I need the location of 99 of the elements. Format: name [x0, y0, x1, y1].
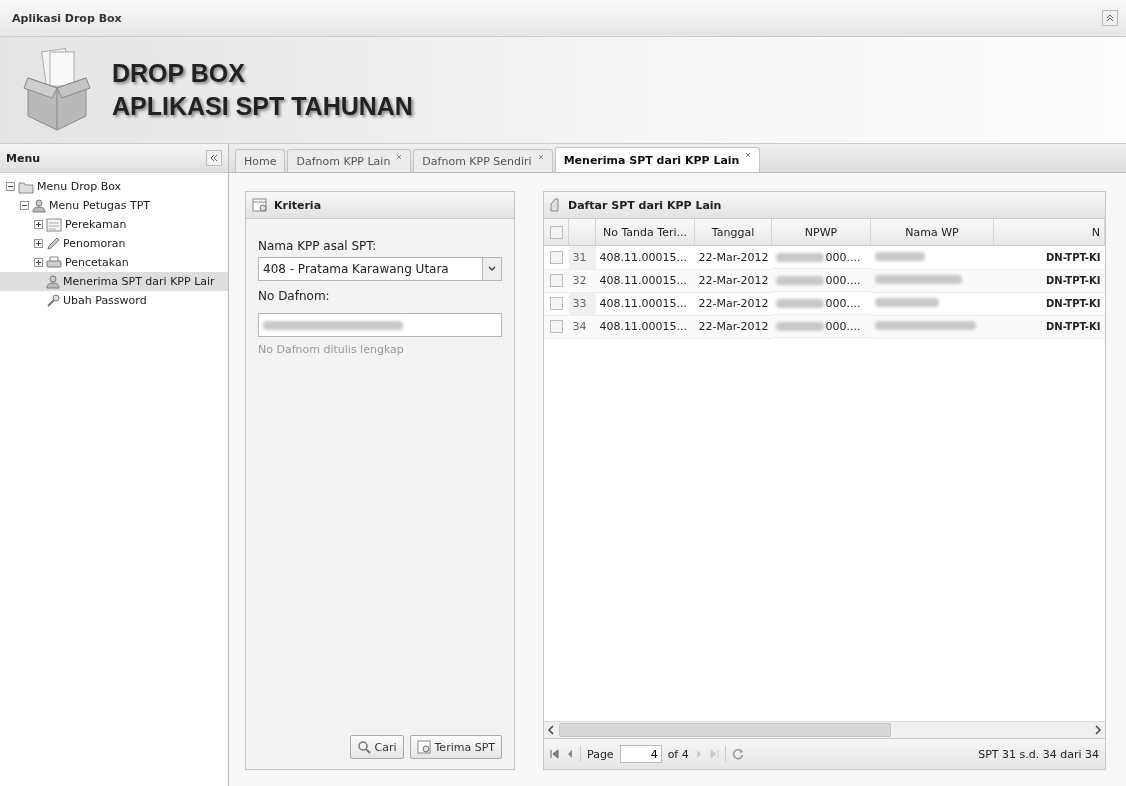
form-icon [416, 740, 431, 754]
box-logo-icon [22, 47, 92, 133]
expand-toggle-icon[interactable] [34, 220, 43, 229]
tree-item-label[interactable]: Menu Drop Box [37, 180, 122, 193]
table-cell: 000.... [825, 250, 861, 264]
close-icon[interactable] [537, 154, 544, 160]
tab-label[interactable]: Home [244, 154, 277, 168]
document-icon [550, 198, 562, 212]
horizontal-scrollbar[interactable] [544, 721, 1105, 738]
expand-toggle-icon[interactable] [6, 182, 15, 191]
expand-toggle-icon[interactable] [20, 201, 29, 210]
banner-title: DROP BOX [112, 59, 246, 88]
search-button[interactable]: Cari [349, 735, 404, 759]
expand-toggle-icon[interactable] [34, 239, 43, 248]
refresh-icon[interactable] [731, 748, 744, 760]
tab[interactable]: Menerima SPT dari KPP Lain [554, 147, 761, 172]
page-label: Page [587, 747, 614, 761]
table-cell: DN-TPT-KI [993, 292, 1105, 315]
row-checkbox[interactable] [549, 320, 563, 334]
panel-title: Kriteria [274, 198, 322, 212]
table-cell: 000.... [825, 296, 861, 310]
previous-page-icon[interactable] [566, 749, 574, 759]
menu-title: Menu [6, 151, 41, 165]
table-cell: DN-TPT-KI [993, 245, 1105, 269]
column-header[interactable]: Tanggal [694, 219, 772, 246]
collapse-menu-button[interactable] [206, 150, 222, 166]
expand-toggle-icon[interactable] [34, 258, 43, 267]
banner-subtitle: APLIKASI SPT TAHUNAN [112, 92, 413, 121]
row-checkbox[interactable] [549, 297, 563, 311]
column-header[interactable]: Nama WP [870, 219, 994, 246]
form-icon [46, 217, 62, 232]
panel-title: Daftar SPT dari KPP Lain [568, 198, 722, 212]
table-cell: 408.11.00015... [595, 292, 695, 315]
row-checkbox[interactable] [549, 251, 563, 264]
table-cell: DN-TPT-KI [993, 269, 1105, 292]
receive-button[interactable]: Terima SPT [409, 735, 502, 759]
user-icon [46, 274, 60, 289]
close-icon[interactable] [396, 154, 403, 160]
row-number: 31 [568, 245, 596, 269]
collapse-button[interactable] [1102, 10, 1118, 26]
tree-item[interactable]: Penomoran [0, 234, 228, 253]
page-count: of 4 [667, 747, 689, 761]
field-label: Nama KPP asal SPT: [258, 239, 378, 253]
table-cell: 000.... [825, 273, 861, 287]
dafnom-input-field[interactable] [258, 313, 502, 337]
scroll-right-icon[interactable] [1094, 725, 1102, 735]
redacted-block [775, 252, 824, 262]
tree-item-label[interactable]: Menerima SPT dari KPP Lair [63, 275, 215, 288]
user-icon [32, 198, 46, 213]
tree-item-label[interactable]: Ubah Password [63, 294, 147, 307]
select-all-checkbox[interactable] [549, 225, 563, 239]
tree-item[interactable]: Menu Petugas TPT [0, 196, 228, 215]
tree-item[interactable]: Menerima SPT dari KPP Lair [0, 272, 228, 291]
paging-summary: SPT 31 s.d. 34 dari 34 [978, 747, 1099, 761]
tab[interactable]: Dafnom KPP Lain [287, 149, 412, 172]
tree-item[interactable]: Ubah Password [0, 291, 228, 310]
tab[interactable]: Home [235, 149, 286, 172]
redacted-block [775, 321, 824, 331]
row-checkbox[interactable] [549, 274, 563, 288]
table-cell: 22-Mar-2012 [694, 245, 772, 269]
table-cell: 408.11.00015... [595, 245, 695, 269]
redacted-block [874, 298, 939, 307]
tree-item[interactable]: Pencetakan [0, 253, 228, 272]
tab[interactable]: Dafnom KPP Sendiri [413, 149, 553, 172]
column-header[interactable]: No Tanda Teri... [595, 219, 695, 246]
page-input-field[interactable]: 4 [619, 745, 662, 763]
collapse-icon [1106, 14, 1114, 22]
tab-label[interactable]: Dafnom KPP Lain [296, 154, 391, 168]
close-icon[interactable] [745, 152, 752, 158]
table-cell: 000.... [825, 319, 861, 333]
column-header[interactable]: NPWP [771, 219, 871, 246]
collapse-icon [210, 154, 218, 162]
redacted-block [874, 251, 925, 261]
kpp-dropdown[interactable]: 408 - Pratama Karawang Utara [258, 257, 502, 281]
pencil-icon [46, 236, 60, 251]
row-number: 33 [568, 292, 596, 315]
redacted-block [775, 298, 824, 308]
tree-item-label[interactable]: Pencetakan [65, 256, 129, 269]
tab-label[interactable]: Menerima SPT dari KPP Lain [563, 153, 740, 167]
tree-item-label[interactable]: Menu Petugas TPT [49, 199, 150, 212]
search-icon [356, 740, 371, 754]
tab-label[interactable]: Dafnom KPP Sendiri [422, 154, 532, 168]
folder-icon [18, 179, 34, 194]
redacted-block [775, 275, 824, 285]
key-icon [46, 293, 60, 308]
tree-item[interactable]: Perekaman [0, 215, 228, 234]
form-icon [252, 198, 268, 212]
scroll-left-icon[interactable] [547, 725, 555, 735]
tree-item[interactable]: Menu Drop Box [0, 177, 228, 196]
tree-item-label[interactable]: Penomoran [63, 237, 126, 250]
tree-item-label[interactable]: Perekaman [65, 218, 127, 231]
table-cell: 22-Mar-2012 [694, 292, 772, 315]
first-page-icon[interactable] [550, 749, 560, 759]
printer-icon [46, 255, 62, 270]
field-label: No Dafnom: [258, 289, 331, 303]
table-cell: DN-TPT-KI [993, 315, 1105, 338]
column-header[interactable]: N [993, 219, 1105, 246]
field-hint: No Dafnom ditulis lengkap [258, 343, 405, 356]
window-title: Aplikasi Drop Box [12, 11, 122, 25]
